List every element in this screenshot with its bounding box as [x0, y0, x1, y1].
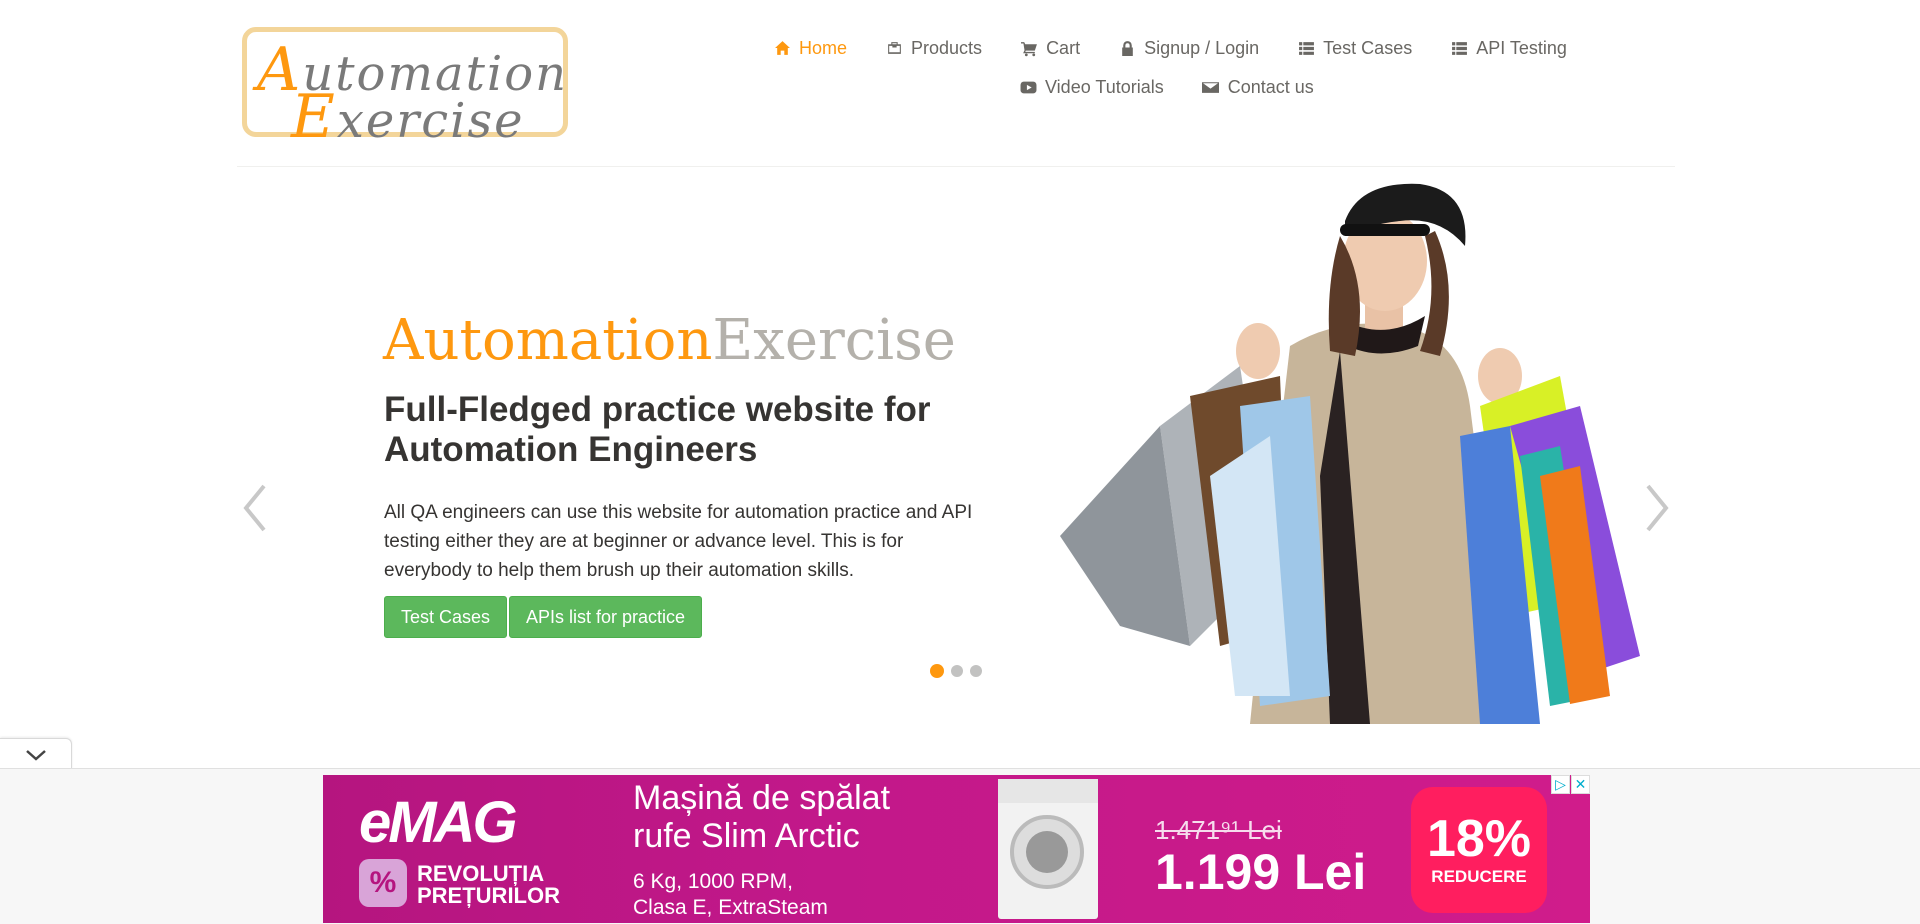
nav-cart[interactable]: Cart — [1001, 38, 1099, 59]
nav-cart-label: Cart — [1046, 38, 1081, 58]
site-logo[interactable]: Automation Exercise — [242, 27, 568, 147]
slider-indicators — [930, 664, 982, 678]
home-icon — [773, 40, 791, 58]
slider-headline: Full-Fledged practice website for Automa… — [384, 390, 931, 469]
slide-indicator-2[interactable] — [951, 665, 963, 677]
logo-line2: Exercise — [291, 82, 525, 152]
nav-signup-login-label: Signup / Login — [1144, 38, 1260, 58]
ad-close-icon[interactable]: ✕ — [1571, 775, 1590, 794]
nav-products-label: Products — [911, 38, 983, 58]
slider-description: All QA engineers can use this website fo… — [384, 502, 973, 581]
header-divider — [237, 166, 1675, 167]
test-cases-button[interactable]: Test Cases — [384, 596, 508, 638]
ad-title: Mașină de spălat rufe Slim Arctic — [633, 779, 891, 855]
nav-products[interactable]: Products — [866, 38, 1001, 59]
youtube-icon — [1019, 79, 1037, 97]
ad-discount-badge: 18% REDUCERE — [1411, 787, 1547, 913]
ad-brand-logo: eMAG — [359, 790, 518, 855]
nav-test-cases[interactable]: Test Cases — [1278, 38, 1431, 59]
nav-home-label: Home — [799, 38, 848, 58]
nav-test-cases-label: Test Cases — [1323, 38, 1413, 58]
nav-contact-us-label: Contact us — [1227, 77, 1314, 97]
list-icon — [1450, 40, 1468, 58]
chevron-right-icon — [1646, 484, 1669, 532]
hero-slider: AutomationExercise Full-Fledged practice… — [237, 168, 1675, 728]
ad-old-price: 1.471⁹¹ Lei — [1155, 815, 1282, 845]
nav-signup-login[interactable]: Signup / Login — [1099, 38, 1278, 59]
nav-home[interactable]: Home — [754, 38, 866, 59]
chevron-down-icon — [25, 749, 46, 761]
list-icon — [1297, 40, 1315, 58]
nav-video-tutorials-label: Video Tutorials — [1045, 77, 1164, 97]
slide-indicator-1[interactable] — [930, 664, 944, 678]
lock-icon — [1118, 40, 1136, 58]
main-nav-row1: Home Products Cart Signup / Login Test C… — [754, 38, 1586, 59]
products-icon — [885, 40, 903, 58]
ad-collapse-tab[interactable] — [0, 738, 72, 770]
nav-api-testing-label: API Testing — [1476, 38, 1567, 58]
hero-model-image — [1060, 183, 1640, 724]
percent-icon: % — [359, 859, 407, 907]
envelope-icon — [1202, 79, 1220, 97]
slider-brand-title: AutomationExercise — [383, 308, 956, 373]
slider-next-control[interactable] — [1639, 478, 1675, 538]
nav-api-testing[interactable]: API Testing — [1431, 38, 1586, 59]
ad-tagline: REVOLUȚIA PREȚURILOR — [417, 861, 560, 908]
nav-video-tutorials[interactable]: Video Tutorials — [1000, 77, 1183, 98]
apis-list-button[interactable]: APIs list for practice — [509, 596, 703, 638]
slider-prev-control[interactable] — [237, 478, 273, 538]
adchoices-icon[interactable]: ▷ — [1551, 775, 1570, 794]
emag-ad-banner[interactable]: eMAG % REVOLUȚIA PREȚURILOR Mașină de spă… — [323, 775, 1590, 923]
chevron-left-icon — [243, 484, 266, 532]
slide-indicator-3[interactable] — [970, 665, 982, 677]
nav-contact-us[interactable]: Contact us — [1183, 77, 1333, 98]
washing-machine-image — [998, 779, 1098, 919]
main-nav-row2: Video Tutorials Contact us — [1000, 77, 1333, 98]
cart-icon — [1020, 40, 1038, 58]
ad-specs: 6 Kg, 1000 RPM, Clasa E, ExtraSteam — [633, 870, 828, 919]
ad-new-price: 1.199 Lei — [1155, 844, 1367, 900]
